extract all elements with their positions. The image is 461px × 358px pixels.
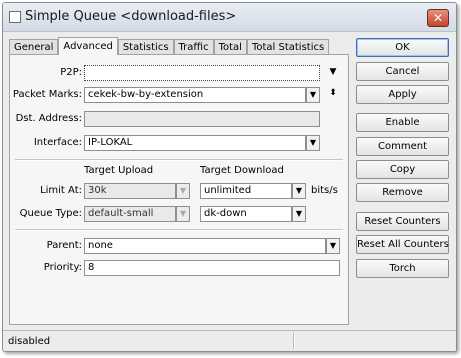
packet-marks-updown-icon[interactable]: ⬍ [328,88,338,98]
tab-traffic[interactable]: Traffic [173,39,214,55]
priority-label: Priority: [43,262,82,273]
dropdown-icon: ▼ [295,209,303,218]
limit-at-label: Limit At: [40,185,82,196]
tab-bar: General Advanced Statistics Traffic Tota… [9,37,330,55]
dst-address-field[interactable] [84,111,320,127]
reset-all-counters-button[interactable]: Reset All Counters [356,235,449,254]
packet-marks-dropdown-button[interactable]: ▼ [306,87,320,103]
p2p-label: P2P: [60,67,82,78]
close-button[interactable]: ✕ [427,9,449,27]
interface-label: Interface: [33,137,82,148]
window-icon [9,11,21,23]
target-download-header: Target Download [200,165,284,176]
window-title: Simple Queue <download-files> [25,9,237,24]
tab-total-statistics[interactable]: Total Statistics [246,39,330,55]
reset-counters-button[interactable]: Reset Counters [356,212,449,231]
tab-advanced[interactable]: Advanced [58,37,118,55]
status-bar: disabled [3,330,456,351]
limit-at-upload-dropdown-button[interactable]: ▼ [176,183,190,199]
p2p-dropdown-icon[interactable]: ▼ [328,67,338,77]
limit-at-unit: bits/s [311,185,338,196]
dropdown-icon: ▼ [309,138,317,147]
packet-marks-field[interactable]: cekek-bw-by-extension [84,87,306,103]
dst-address-label: Dst. Address: [15,113,82,124]
queue-type-upload-dropdown-button[interactable]: ▼ [176,206,190,222]
target-upload-header: Target Upload [84,165,154,176]
limit-at-download-dropdown-button[interactable]: ▼ [292,183,306,199]
simple-queue-window: Simple Queue <download-files> ✕ General … [2,2,457,352]
apply-button[interactable]: Apply [356,85,449,104]
dropdown-icon: ▼ [295,186,303,195]
parent-field[interactable]: none [84,238,326,254]
p2p-field[interactable] [84,65,320,81]
interface-dropdown-button[interactable]: ▼ [306,135,320,151]
tab-statistics[interactable]: Statistics [117,39,174,55]
queue-type-upload-field[interactable]: default-small [84,206,176,222]
comment-button[interactable]: Comment [356,137,449,156]
dropdown-icon: ▼ [309,90,317,99]
dropdown-icon: ▼ [329,241,337,250]
advanced-panel: P2P: ▼ Packet Marks: cekek-bw-by-extensi… [9,54,349,325]
remove-button[interactable]: Remove [356,183,449,202]
packet-marks-label: Packet Marks: [12,89,82,100]
separator [15,159,343,161]
queue-type-download-dropdown-button[interactable]: ▼ [292,206,306,222]
parent-label: Parent: [46,240,82,251]
priority-field[interactable]: 8 [84,260,340,276]
queue-type-download-field[interactable]: dk-down [200,206,292,222]
limit-at-upload-field[interactable]: 30k [84,183,176,199]
enable-button[interactable]: Enable [356,113,449,132]
cancel-button[interactable]: Cancel [356,62,449,81]
close-icon: ✕ [432,11,444,25]
dropdown-icon: ▼ [179,209,187,218]
limit-at-download-field[interactable]: unlimited [200,183,292,199]
status-divider [293,333,295,349]
status-text: disabled [8,336,51,347]
separator [15,229,343,231]
torch-button[interactable]: Torch [356,259,449,278]
ok-button[interactable]: OK [356,38,449,57]
queue-type-label: Queue Type: [19,208,82,219]
tab-general[interactable]: General [9,39,59,55]
dropdown-icon: ▼ [179,186,187,195]
title-bar[interactable]: Simple Queue <download-files> ✕ [3,3,456,32]
tab-total[interactable]: Total [213,39,247,55]
copy-button[interactable]: Copy [356,160,449,179]
parent-dropdown-button[interactable]: ▼ [326,238,340,254]
interface-field[interactable]: IP-LOKAL [84,135,306,151]
